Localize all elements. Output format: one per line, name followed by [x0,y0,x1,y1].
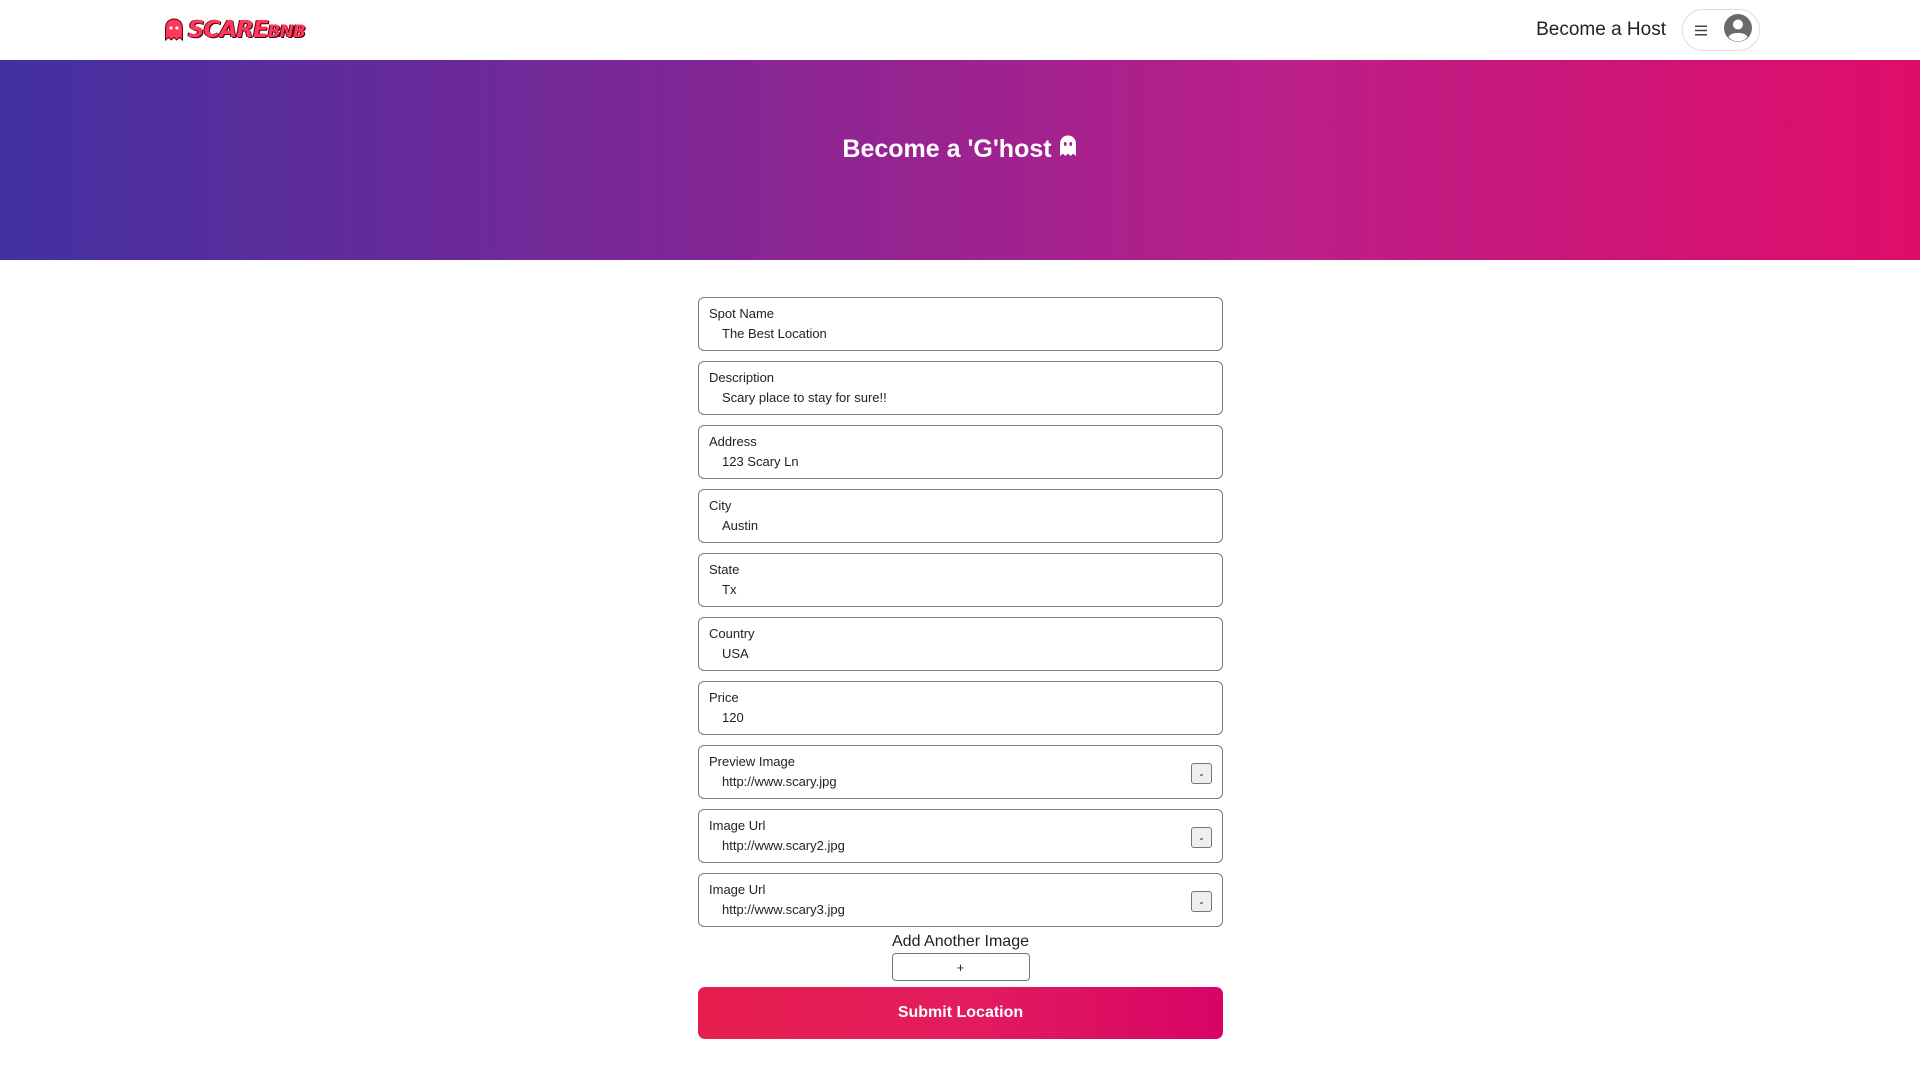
price-input[interactable] [722,708,1162,726]
hero-banner: Become a 'G'host [0,60,1920,260]
price-field: Price [698,681,1223,735]
preview-image-field: Preview Image - [698,745,1223,799]
top-nav: SCAREBNB Become a Host [0,0,1920,60]
logo-text-suffix: BNB [267,22,306,42]
description-field: Description [698,361,1223,415]
image-url-label: Image Url [709,818,766,833]
image-url-field: Image Url - [698,809,1223,863]
address-input[interactable] [722,452,1162,470]
add-image-section: Add Another Image + [698,933,1223,981]
image-url-input[interactable] [722,900,1162,918]
nav-right: Become a Host [1534,9,1760,51]
country-input[interactable] [722,644,1162,662]
preview-image-label: Preview Image [709,754,795,769]
country-label: Country [709,626,755,641]
logo[interactable]: SCAREBNB [164,17,306,43]
description-input[interactable] [722,388,1162,406]
hamburger-icon [1695,21,1707,39]
page-title: Become a 'G'host [842,134,1077,165]
image-url-field: Image Url - [698,873,1223,927]
ghost-icon [1058,134,1078,165]
address-field: Address [698,425,1223,479]
image-url-input[interactable] [722,836,1162,854]
remove-image-button[interactable]: - [1191,891,1212,912]
remove-image-button[interactable]: - [1191,827,1212,848]
add-image-button[interactable]: + [891,953,1030,981]
host-location-form: Spot Name Description Address City State… [698,297,1223,1039]
user-menu-button[interactable] [1682,9,1760,51]
state-input[interactable] [722,580,1162,598]
spot-name-field: Spot Name [698,297,1223,351]
become-host-link[interactable]: Become a Host [1534,13,1668,47]
image-url-label: Image Url [709,882,766,897]
city-label: City [709,498,732,513]
preview-image-input[interactable] [722,772,1162,790]
country-field: Country [698,617,1223,671]
logo-text-main: SCARE [188,17,269,43]
spot-name-input[interactable] [722,324,1162,342]
state-field: State [698,553,1223,607]
remove-preview-image-button[interactable]: - [1191,763,1212,784]
price-label: Price [709,690,739,705]
page-title-text: Become a 'G'host [842,135,1052,163]
city-field: City [698,489,1223,543]
user-avatar-icon [1723,13,1753,48]
description-label: Description [709,370,775,385]
logo-text: SCAREBNB [188,17,306,43]
state-label: State [709,562,740,577]
submit-location-button[interactable]: Submit Location [698,987,1223,1039]
address-label: Address [709,434,757,449]
add-image-label: Add Another Image [892,933,1029,950]
spot-name-label: Spot Name [709,306,775,321]
ghost-icon [164,18,184,42]
city-input[interactable] [722,516,1162,534]
